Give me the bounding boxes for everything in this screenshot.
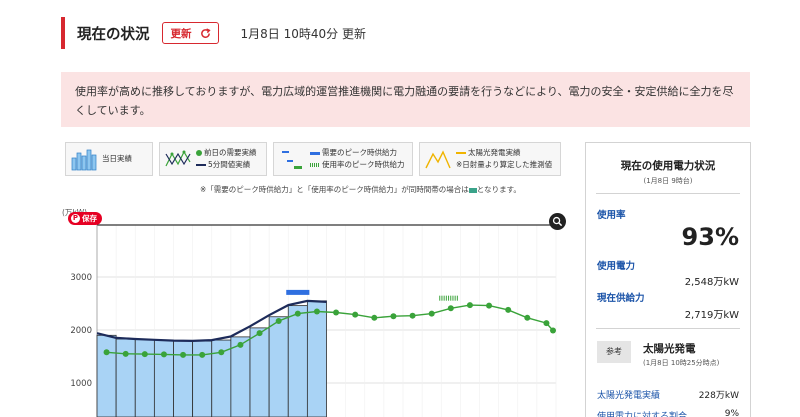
line-chart-icon — [165, 150, 191, 167]
page-title: 現在の状況 — [77, 26, 150, 43]
header-accent-bar — [61, 17, 65, 49]
zoom-icon[interactable] — [549, 213, 566, 230]
solar-ratio-label: 使用電力に対する割合 — [597, 412, 688, 417]
legend-prev-day-label: 前日の需要実績 — [204, 148, 257, 157]
previous-day-point — [550, 327, 556, 334]
refresh-button[interactable]: 更新 — [161, 22, 219, 44]
previous-day-point — [447, 305, 454, 312]
previous-day-point — [428, 310, 435, 317]
page-header: 現在の状況 更新 1月8日 10時40分 更新 — [61, 17, 366, 49]
solar-title: 太陽光発電 — [643, 343, 696, 355]
reference-badge: 参考 — [597, 341, 631, 363]
legend-solar-note: ※日射量より算定した推測値 — [456, 160, 553, 169]
previous-day-point — [199, 351, 206, 358]
previous-day-point — [352, 311, 359, 318]
previous-day-point — [486, 302, 493, 309]
updated-timestamp: 1月8日 10時40分 更新 — [240, 26, 366, 41]
solar-ratio-value: 9% — [724, 409, 739, 417]
previous-day-point — [180, 351, 187, 358]
current-usage-panel: 現在の使用電力状況 (1月8日 9時台) 使用率 93% 使用電力 2,548万… — [585, 142, 751, 417]
rate-peak-supply-marker — [445, 295, 447, 301]
bar-hour-1 — [115, 338, 136, 417]
rate-peak-supply-marker — [456, 295, 458, 301]
previous-day-point — [371, 314, 378, 321]
save-label: 保存 — [82, 214, 97, 223]
previous-day-point — [103, 349, 110, 356]
demand-peak-supply-marker — [286, 289, 310, 295]
previous-day-point — [141, 351, 148, 358]
previous-day-point — [505, 306, 512, 313]
solar-curve-icon — [425, 150, 451, 169]
previous-day-point — [256, 330, 263, 337]
chart-legend: 当日実績 前日の需要実績 5分間値実績 需要のピーク時供給力 使用率のピーク時供… — [65, 142, 567, 176]
panel-subtitle: (1月8日 9時台) — [643, 177, 693, 185]
previous-day-point — [524, 314, 531, 321]
bar-hour-9 — [268, 316, 289, 417]
previous-day-point — [313, 308, 320, 315]
pinterest-icon: P — [71, 214, 80, 223]
rate-peak-supply-marker — [454, 295, 456, 301]
peak-supply-icon — [282, 151, 302, 169]
legend-peak-supply[interactable]: 需要のピーク時供給力 使用率のピーク時供給力 — [273, 142, 413, 176]
usage-power-label: 使用電力 — [597, 261, 636, 272]
panel-title: 現在の使用電力状況 — [620, 160, 716, 172]
usage-power-value: 2,548万kW — [684, 277, 739, 288]
bar-chart-icon — [71, 149, 97, 171]
y-tick-label: 3000 — [70, 273, 92, 283]
save-chart-button[interactable]: P 保存 — [68, 212, 102, 225]
previous-day-point — [390, 313, 397, 320]
notice-banner: 使用率が高めに推移しておりますが、電力広域的運営推進機関に電力融通の要請を行うな… — [61, 72, 750, 127]
previous-day-point — [218, 349, 225, 356]
divider — [596, 328, 740, 329]
previous-day-point — [237, 341, 244, 348]
solar-subtitle: (1月8日 10時25分時点) — [643, 359, 720, 367]
overlap-swatch — [468, 187, 477, 193]
y-tick-label: 2000 — [70, 326, 92, 336]
previous-day-point — [543, 320, 550, 327]
y-tick-label: 1000 — [70, 379, 92, 389]
previous-day-point — [294, 310, 301, 317]
refresh-label: 更新 — [170, 27, 192, 40]
divider — [596, 193, 740, 194]
legend-5min-label: 5分間値実績 — [208, 160, 251, 169]
usage-rate-label: 使用率 — [597, 210, 626, 221]
previous-day-point — [333, 309, 340, 316]
bar-hour-7 — [230, 336, 251, 417]
bar-hour-11 — [306, 300, 327, 417]
legend-note: ※「需要のピーク時供給力」と「使用率のピーク時供給力」が同時間帯の場合は となりま… — [200, 185, 521, 194]
previous-day-point — [160, 351, 167, 358]
bar-hour-10 — [287, 305, 308, 417]
legend-demand-peak-label: 需要のピーク時供給力 — [322, 148, 397, 157]
previous-day-point — [409, 312, 416, 319]
previous-day-point — [122, 350, 129, 357]
previous-day-point — [275, 317, 282, 324]
power-usage-chart: 1000 2000 3000 — [70, 224, 557, 417]
solar-actual-value: 228万kW — [698, 391, 739, 401]
bar-hour-0 — [96, 334, 117, 417]
refresh-icon — [200, 27, 211, 38]
rate-peak-supply-marker — [441, 295, 443, 301]
rate-peak-supply-marker — [443, 295, 445, 301]
rate-peak-supply-marker — [439, 295, 441, 301]
legend-rate-peak-label: 使用率のピーク時供給力 — [322, 160, 405, 169]
rate-peak-supply-marker — [450, 295, 452, 301]
solar-actual-label: 太陽光発電実績 — [597, 391, 661, 401]
rate-peak-supply-marker — [448, 295, 450, 301]
supply-label: 現在供給力 — [597, 293, 645, 304]
supply-value: 2,719万kW — [684, 310, 739, 321]
legend-actual-label: 当日実績 — [102, 154, 132, 163]
legend-solar-label: 太陽光発電実績 — [468, 148, 521, 157]
legend-solar[interactable]: 太陽光発電実績 ※日射量より算定した推測値 — [419, 142, 561, 176]
legend-prev-day[interactable]: 前日の需要実績 5分間値実績 — [159, 142, 267, 176]
rate-peak-supply-marker — [452, 295, 454, 301]
previous-day-point — [466, 302, 473, 309]
legend-actual[interactable]: 当日実績 — [65, 142, 153, 176]
usage-rate-value: 93% — [681, 223, 739, 251]
bar-hour-8 — [249, 327, 270, 417]
